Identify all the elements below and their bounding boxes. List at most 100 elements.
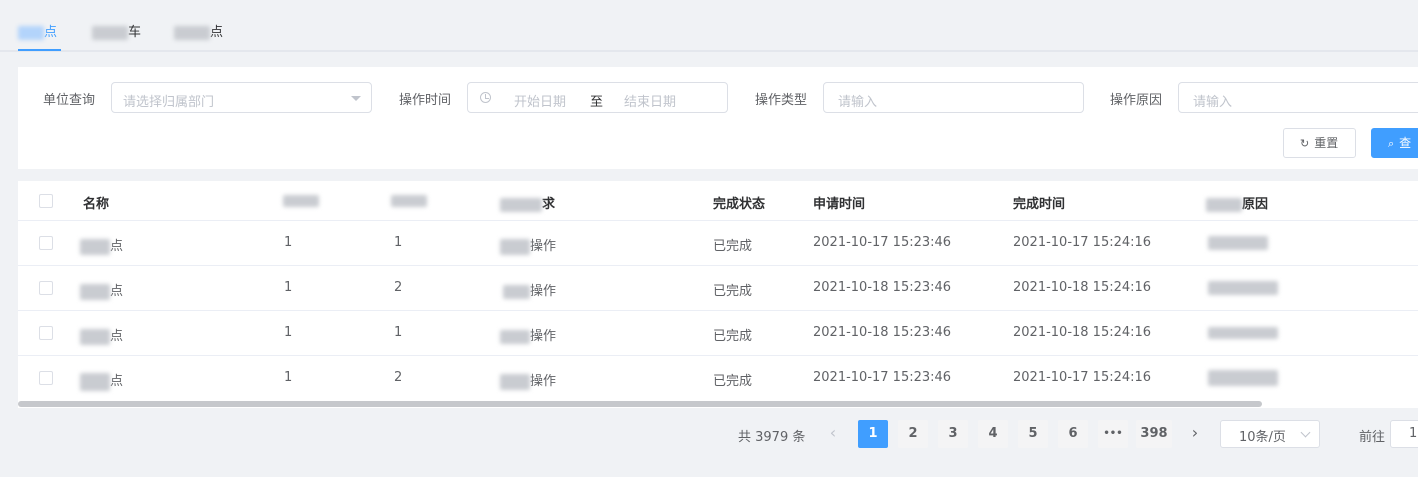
cell-apply-time: 2021-10-18 15:23:46 bbox=[813, 280, 952, 295]
blurred-text bbox=[500, 238, 530, 255]
row-checkbox[interactable] bbox=[39, 326, 53, 340]
cell-finish-time: 2021-10-17 15:24:16 bbox=[1013, 235, 1152, 250]
table-row[interactable]: 点 1 2 操作 已完成 2021-10-18 15:23:46 2021-10… bbox=[18, 266, 1418, 311]
unit-placeholder: 请选择归属部门 bbox=[123, 95, 215, 110]
end-date-input[interactable]: 结束日期 bbox=[624, 91, 676, 110]
cell-apply-time: 2021-10-17 15:23:46 bbox=[813, 235, 952, 250]
cell-c2: 1 bbox=[394, 235, 403, 250]
date-range-picker[interactable]: 开始日期 至 结束日期 bbox=[467, 82, 728, 113]
header-reason-label: 原因 bbox=[1242, 197, 1269, 212]
blurred-text bbox=[1208, 235, 1268, 250]
header-request: 求 bbox=[500, 193, 555, 212]
page-button-1[interactable]: 1 bbox=[858, 420, 888, 448]
scrollbar-thumb[interactable] bbox=[18, 401, 1262, 407]
chevron-down-icon bbox=[1300, 427, 1311, 438]
blurred-text bbox=[1208, 326, 1278, 339]
cell-op-label: 操作 bbox=[530, 329, 557, 344]
cell-apply-time: 2021-10-18 15:23:46 bbox=[813, 325, 952, 340]
cell-op: 操作 bbox=[500, 370, 556, 390]
cell-reason bbox=[1208, 370, 1278, 386]
page-size-value: 10条/页 bbox=[1239, 430, 1286, 445]
time-label: 操作时间 bbox=[399, 93, 452, 108]
type-label: 操作类型 bbox=[755, 93, 808, 108]
cell-name-label: 点 bbox=[110, 374, 124, 389]
blurred-text bbox=[174, 25, 210, 40]
cell-status: 已完成 bbox=[713, 239, 753, 254]
header-apply-time: 申请时间 bbox=[813, 197, 866, 212]
page-button-4[interactable]: 4 bbox=[978, 420, 1008, 448]
refresh-icon: ↻ bbox=[1300, 137, 1310, 150]
cell-c1: 1 bbox=[284, 370, 293, 385]
range-separator: 至 bbox=[590, 95, 604, 110]
page-button-2[interactable]: 2 bbox=[898, 420, 928, 448]
cell-name: 点 bbox=[80, 280, 123, 300]
reason-input[interactable]: 请输入 bbox=[1178, 82, 1418, 113]
cell-c1: 1 bbox=[284, 325, 293, 340]
page-button-3[interactable]: 3 bbox=[938, 420, 968, 448]
blurred-text bbox=[1208, 370, 1278, 386]
cell-c2: 2 bbox=[394, 280, 403, 295]
blurred-text bbox=[80, 328, 110, 345]
tab-1[interactable]: 点 bbox=[18, 24, 57, 44]
blurred-text bbox=[503, 284, 530, 299]
total-count: 共 3979 条 bbox=[738, 430, 806, 445]
cell-name: 点 bbox=[80, 235, 123, 255]
header-col3 bbox=[391, 193, 427, 208]
more-pages-button[interactable]: ••• bbox=[1098, 420, 1128, 448]
reset-button[interactable]: ↻ 重置 bbox=[1283, 128, 1356, 158]
page-button-398[interactable]: 398 bbox=[1136, 420, 1172, 448]
page-size-select[interactable]: 10条/页 bbox=[1220, 420, 1320, 448]
cell-c1: 1 bbox=[284, 280, 293, 295]
header-finish-time: 完成时间 bbox=[1013, 197, 1066, 212]
query-label: 查 bbox=[1399, 136, 1412, 150]
next-page-button[interactable]: › bbox=[1182, 420, 1208, 448]
reason-placeholder: 请输入 bbox=[1193, 95, 1233, 110]
active-tab-indicator bbox=[18, 49, 61, 51]
table-row[interactable]: 点 1 1 操作 已完成 2021-10-17 15:23:46 2021-10… bbox=[18, 221, 1418, 266]
header-name: 名称 bbox=[83, 197, 110, 212]
query-button[interactable]: ⌕ 查 bbox=[1371, 128, 1418, 158]
tab-2-label: 车 bbox=[128, 25, 142, 40]
unit-select[interactable]: 请选择归属部门 bbox=[111, 82, 372, 113]
caret-down-icon bbox=[351, 96, 361, 101]
reason-label: 操作原因 bbox=[1110, 93, 1163, 108]
row-checkbox[interactable] bbox=[39, 281, 53, 295]
type-input[interactable]: 请输入 bbox=[823, 82, 1084, 113]
blurred-text bbox=[1208, 280, 1278, 295]
cell-name: 点 bbox=[80, 325, 123, 345]
reset-label: 重置 bbox=[1314, 136, 1339, 150]
tab-1-label: 点 bbox=[44, 25, 58, 40]
cell-op-label: 操作 bbox=[530, 284, 557, 299]
goto-label: 前往 bbox=[1359, 430, 1386, 445]
cell-name: 点 bbox=[80, 370, 123, 391]
cell-reason bbox=[1208, 325, 1278, 340]
cell-c2: 2 bbox=[394, 370, 403, 385]
page-button-5[interactable]: 5 bbox=[1018, 420, 1048, 448]
page-button-6[interactable]: 6 bbox=[1058, 420, 1088, 448]
row-checkbox[interactable] bbox=[39, 371, 53, 385]
cell-status: 已完成 bbox=[713, 329, 753, 344]
row-checkbox[interactable] bbox=[39, 236, 53, 250]
cell-reason bbox=[1208, 280, 1278, 295]
table-row[interactable]: 点 1 1 操作 已完成 2021-10-18 15:23:46 2021-10… bbox=[18, 311, 1418, 356]
start-date-input[interactable]: 开始日期 bbox=[514, 91, 566, 110]
cell-op-label: 操作 bbox=[530, 374, 557, 389]
filter-panel: 单位查询 请选择归属部门 操作时间 开始日期 至 结束日期 操作类型 请输入 操… bbox=[18, 67, 1418, 169]
select-all-checkbox[interactable] bbox=[39, 194, 53, 208]
blurred-text bbox=[500, 329, 530, 344]
blurred-text bbox=[500, 197, 542, 212]
cell-reason bbox=[1208, 235, 1268, 250]
tab-2[interactable]: 车 bbox=[92, 24, 141, 44]
cell-status: 已完成 bbox=[713, 284, 753, 299]
blurred-text bbox=[92, 25, 128, 40]
table-row[interactable]: 点 1 2 操作 已完成 2021-10-17 15:23:46 2021-10… bbox=[18, 356, 1418, 400]
header-reason: 原因 bbox=[1206, 193, 1268, 212]
cell-c1: 1 bbox=[284, 235, 293, 250]
header-col2 bbox=[283, 193, 319, 208]
cell-op-label: 操作 bbox=[530, 239, 557, 254]
goto-page-input[interactable]: 1 bbox=[1390, 420, 1418, 448]
prev-page-button[interactable]: ‹ bbox=[820, 420, 846, 448]
tab-3[interactable]: 点 bbox=[174, 24, 223, 44]
cell-finish-time: 2021-10-18 15:24:16 bbox=[1013, 280, 1152, 295]
cell-finish-time: 2021-10-18 15:24:16 bbox=[1013, 325, 1152, 340]
